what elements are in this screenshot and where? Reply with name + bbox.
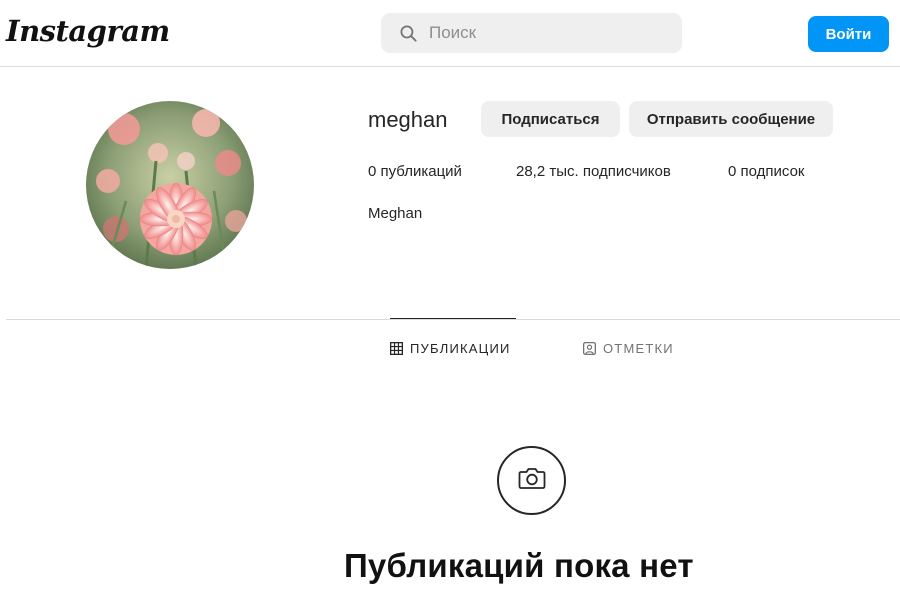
tagged-user-icon [583, 342, 596, 355]
tab-posts-label: ПУБЛИКАЦИИ [410, 341, 511, 356]
search-icon [398, 23, 418, 43]
search-input[interactable] [429, 23, 659, 43]
posts-count: 0 публикаций [368, 163, 462, 180]
following-count[interactable]: 0 подписок [728, 163, 804, 180]
tab-posts[interactable]: ПУБЛИКАЦИИ [390, 341, 511, 356]
empty-state-title: Публикаций пока нет [344, 547, 694, 584]
top-navigation-bar: Instagram Войти [0, 0, 900, 67]
profile-avatar [86, 101, 254, 269]
camera-icon [518, 466, 546, 495]
send-message-button[interactable]: Отправить сообщение [629, 101, 833, 137]
followers-count[interactable]: 28,2 тыс. подписчиков [516, 163, 671, 180]
tab-tagged[interactable]: ОТМЕТКИ [583, 341, 674, 356]
follow-button[interactable]: Подписаться [481, 101, 620, 137]
profile-full-name: Meghan [368, 205, 423, 222]
empty-state-camera [497, 446, 566, 515]
tab-tagged-label: ОТМЕТКИ [603, 341, 674, 356]
grid-icon [390, 342, 403, 355]
tabs-divider [6, 319, 900, 320]
profile-username: meghan [368, 107, 448, 132]
active-tab-indicator [390, 318, 516, 319]
login-button[interactable]: Войти [808, 16, 889, 52]
instagram-logo[interactable]: Instagram [6, 14, 170, 48]
search-box[interactable] [381, 13, 682, 53]
